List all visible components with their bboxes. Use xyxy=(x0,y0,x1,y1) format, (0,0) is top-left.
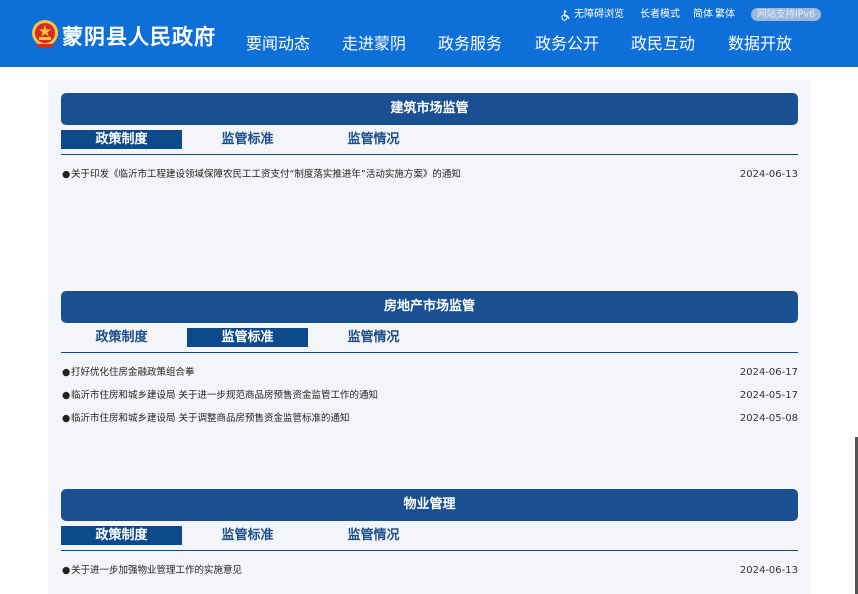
tab-policy[interactable]: 政策制度 xyxy=(61,130,182,149)
bullet-icon: ● xyxy=(62,390,71,401)
traditional-chinese-link[interactable]: 繁体 xyxy=(715,7,735,23)
list-item[interactable]: ● 关于进一步加强物业管理工作的实施意见 2024-06-13 xyxy=(61,559,798,582)
tab-status[interactable]: 监管情况 xyxy=(313,328,434,347)
simplified-chinese-link[interactable]: 简体 xyxy=(693,7,713,23)
item-date: 2024-06-13 xyxy=(739,565,798,576)
ipv6-badge: 网站支持IPv6 xyxy=(751,8,822,21)
elder-mode-link[interactable]: 长者模式 xyxy=(640,7,680,23)
accessibility-link[interactable]: 无障碍浏览 xyxy=(560,7,624,23)
section-tabs: 政策制度 监管标准 监管情况 xyxy=(61,526,798,551)
tab-policy[interactable]: 政策制度 xyxy=(61,328,182,347)
tab-status[interactable]: 监管情况 xyxy=(313,526,434,545)
item-title[interactable]: 关于印发《临沂市工程建设领域保障农民工工资支付“制度落实推进年”活动实施方案》的… xyxy=(71,163,461,186)
nav-item-open-data[interactable]: 数据开放 xyxy=(728,33,792,55)
accessibility-label: 无障碍浏览 xyxy=(574,9,624,20)
item-title[interactable]: 临沂市住房和城乡建设局 关于调整商品房预售资金监管标准的通知 xyxy=(71,407,350,430)
list-item[interactable]: ● 临沂市住房和城乡建设局 关于调整商品房预售资金监管标准的通知 2024-05… xyxy=(61,407,798,430)
item-date: 2024-05-17 xyxy=(739,390,798,401)
list-item[interactable]: ● 临沂市住房和城乡建设局 关于进一步规范商品房预售资金监管工作的通知 2024… xyxy=(61,384,798,407)
national-emblem-icon[interactable] xyxy=(31,19,59,49)
item-date: 2024-06-17 xyxy=(739,367,798,378)
nav-item-about[interactable]: 走进蒙阴 xyxy=(342,33,406,55)
bullet-icon: ● xyxy=(62,413,71,424)
bullet-icon: ● xyxy=(62,169,71,180)
bullet-icon: ● xyxy=(62,367,71,378)
tab-standards[interactable]: 监管标准 xyxy=(187,526,308,545)
site-header: 蒙阴县人民政府 无障碍浏览 长者模式 简体 繁体 网站支持IPv6 要闻动态 走… xyxy=(0,0,858,67)
item-date: 2024-05-08 xyxy=(739,413,798,424)
news-list: ● 打好优化住房金融政策组合拳 2024-06-17 ● 临沂市住房和城乡建设局… xyxy=(61,361,798,430)
tab-standards[interactable]: 监管标准 xyxy=(187,130,308,149)
item-title[interactable]: 打好优化住房金融政策组合拳 xyxy=(71,361,195,384)
item-title[interactable]: 临沂市住房和城乡建设局 关于进一步规范商品房预售资金监管工作的通知 xyxy=(71,384,378,407)
list-item[interactable]: ● 打好优化住房金融政策组合拳 2024-06-17 xyxy=(61,361,798,384)
section-tabs: 政策制度 监管标准 监管情况 xyxy=(61,130,798,155)
tab-status[interactable]: 监管情况 xyxy=(313,130,434,149)
nav-item-news[interactable]: 要闻动态 xyxy=(246,33,310,55)
section-title: 房地产市场监管 xyxy=(61,291,798,323)
item-title[interactable]: 关于进一步加强物业管理工作的实施意见 xyxy=(71,559,242,582)
tab-policy[interactable]: 政策制度 xyxy=(61,526,182,545)
item-date: 2024-06-13 xyxy=(739,169,798,180)
section-tabs: 政策制度 监管标准 监管情况 xyxy=(61,328,798,353)
bullet-icon: ● xyxy=(62,565,71,576)
section-title: 建筑市场监管 xyxy=(61,93,798,125)
news-list: ● 关于进一步加强物业管理工作的实施意见 2024-06-13 xyxy=(61,559,798,582)
site-title[interactable]: 蒙阴县人民政府 xyxy=(62,21,216,51)
news-list: ● 关于印发《临沂市工程建设领域保障农民工工资支付“制度落实推进年”活动实施方案… xyxy=(61,163,798,186)
nav-item-services[interactable]: 政务服务 xyxy=(438,33,502,55)
section-title: 物业管理 xyxy=(61,489,798,521)
tab-standards[interactable]: 监管标准 xyxy=(187,328,308,347)
list-item[interactable]: ● 关于印发《临沂市工程建设领域保障农民工工资支付“制度落实推进年”活动实施方案… xyxy=(61,163,798,186)
nav-item-disclosure[interactable]: 政务公开 xyxy=(535,33,599,55)
wheelchair-icon xyxy=(561,9,570,21)
nav-item-interaction[interactable]: 政民互动 xyxy=(631,33,695,55)
